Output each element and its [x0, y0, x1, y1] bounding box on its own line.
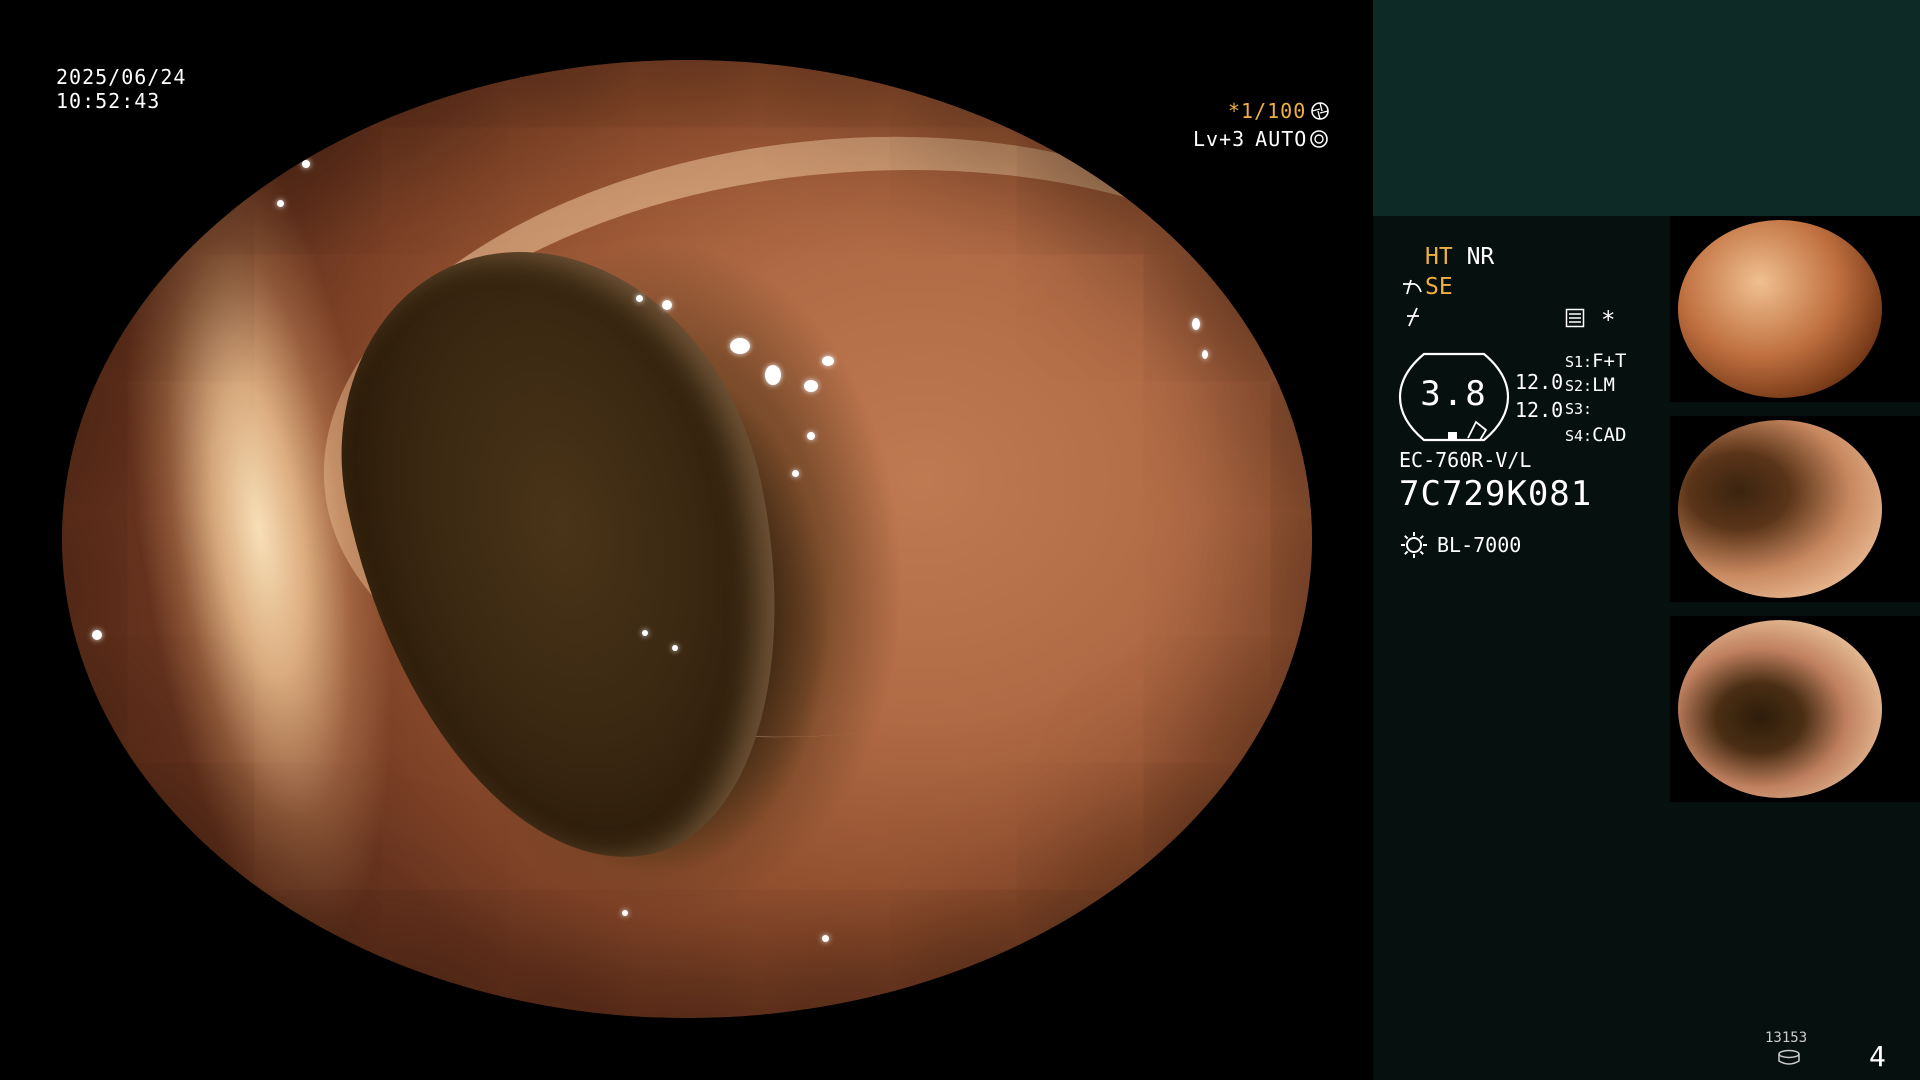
- capture-thumbnail[interactable]: [1670, 216, 1920, 402]
- specular-highlight: [807, 432, 815, 440]
- switch-s4: S4:CAD: [1565, 424, 1626, 446]
- capture-thumbnail[interactable]: [1670, 416, 1920, 602]
- value-bottom: 12.0: [1515, 398, 1564, 422]
- switch-s1: S1:F+T: [1565, 350, 1626, 372]
- specular-highlight: [804, 380, 818, 392]
- info-panel: HT NR SE * 3.8 12.0 12.0 S1:F+T S2:LM S3…: [1373, 0, 1920, 1080]
- specular-highlight: [662, 300, 672, 310]
- magnification-indicator: 3.8: [1398, 352, 1510, 442]
- shutter-readout: *1/100: [1228, 98, 1330, 124]
- endoscope-view: [62, 60, 1312, 1018]
- scope-model: EC-760R-V/L: [1399, 448, 1532, 472]
- se-row: SE: [1401, 274, 1453, 300]
- s3-label: S3:: [1565, 400, 1593, 418]
- thumbnail-image: [1678, 220, 1882, 398]
- panel-header-band: [1373, 0, 1920, 216]
- s2-value: LM: [1592, 374, 1615, 396]
- level-label: Lv+3: [1193, 127, 1246, 151]
- light-source-row: BL-7000: [1399, 530, 1521, 560]
- scope-serial: 7C729K081: [1399, 474, 1593, 514]
- color-enhance-row: [1403, 306, 1423, 333]
- color-enhance-icon: [1407, 307, 1419, 327]
- specular-highlight: [1102, 940, 1107, 952]
- date-label: 2025/06/24: [56, 65, 187, 89]
- menu-row: [1565, 308, 1585, 333]
- s2-label: S2:: [1565, 377, 1593, 395]
- nr-label: NR: [1466, 244, 1495, 270]
- specular-highlight: [1202, 350, 1208, 359]
- specular-highlight: [642, 630, 648, 636]
- se-label: SE: [1425, 274, 1453, 300]
- specular-highlight: [822, 356, 834, 366]
- capture-thumbnail[interactable]: [1670, 616, 1920, 802]
- value-top: 12.0: [1515, 370, 1564, 394]
- exposure-readout: Lv+3 AUTO: [1193, 126, 1329, 152]
- specular-highlight: [636, 295, 643, 302]
- thumbnail-image: [1678, 420, 1882, 598]
- database-disk-icon-wrap: [1777, 1048, 1801, 1072]
- mode-row: HT NR: [1425, 244, 1494, 270]
- page-number: 4: [1869, 1040, 1886, 1073]
- s1-value: F+T: [1592, 350, 1627, 372]
- aperture-icon: [1311, 102, 1330, 120]
- specular-highlight: [672, 645, 678, 651]
- iris-icon: [1310, 130, 1329, 148]
- light-source-label: BL-7000: [1437, 533, 1522, 557]
- light-sun-icon: [1401, 532, 1427, 558]
- structure-enhance-icon: [1403, 279, 1422, 295]
- specular-highlight: [302, 160, 310, 168]
- specular-highlight: [622, 910, 628, 916]
- iris-label: AUTO: [1255, 127, 1308, 151]
- specular-highlight: [822, 935, 829, 942]
- shutter-label: *1/100: [1228, 99, 1307, 123]
- specular-highlight: [730, 338, 750, 354]
- ht-label: HT: [1425, 244, 1453, 270]
- magnification-value: 3.8: [1420, 374, 1488, 414]
- s4-value: CAD: [1592, 424, 1627, 446]
- specular-highlight: [92, 630, 102, 640]
- switch-s2: S2:LM: [1565, 374, 1615, 396]
- menu-list-icon: [1565, 308, 1585, 328]
- s1-label: S1:: [1565, 353, 1593, 371]
- record-count: 13153: [1765, 1030, 1808, 1046]
- specular-highlight: [765, 365, 781, 385]
- time-label: 10:52:43: [56, 89, 161, 113]
- switch-s3: S3:: [1565, 400, 1592, 418]
- thumbnail-image: [1678, 620, 1882, 798]
- vignette: [62, 60, 1312, 1018]
- asterisk-label: *: [1601, 306, 1616, 334]
- specular-highlight: [1192, 318, 1200, 330]
- specular-highlight: [277, 200, 284, 207]
- s4-label: S4:: [1565, 427, 1593, 445]
- database-disk-icon: [1778, 1049, 1800, 1065]
- specular-highlight: [792, 470, 799, 477]
